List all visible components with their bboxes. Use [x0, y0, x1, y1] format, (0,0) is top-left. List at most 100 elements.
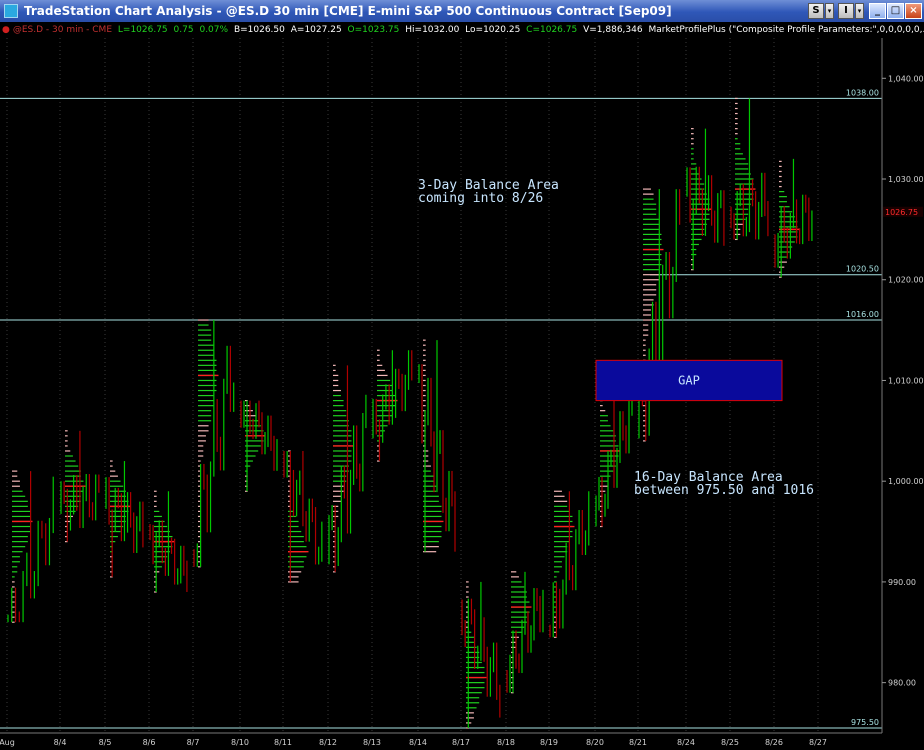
profile-tpo-row	[110, 510, 129, 513]
profile-tpo-row	[12, 566, 18, 568]
profile-tpo-row	[198, 324, 209, 326]
profile-tpo-row	[735, 193, 754, 195]
interval-link-dropdown-icon[interactable]: ▾	[855, 3, 864, 19]
tradestation-app-icon	[4, 4, 18, 18]
profile-tpo-row	[466, 707, 477, 709]
profile-tpo-row	[333, 500, 341, 502]
profile-tpo-row	[110, 480, 121, 482]
profile-tpo-row	[779, 236, 798, 238]
profile-tpo-row	[333, 364, 336, 366]
profile-tpo-row	[12, 576, 15, 578]
status-close: C=1026.75	[526, 25, 578, 35]
profile-tpo-row	[288, 581, 299, 583]
date-axis-label: 8/5	[99, 738, 112, 747]
profile-tpo-row	[333, 384, 339, 387]
maximize-button[interactable]: □	[887, 3, 904, 19]
profile-tpo-row	[691, 243, 699, 246]
profile-tpo-row	[735, 223, 743, 225]
status-change: 0.75	[173, 25, 194, 35]
profile-tpo-row	[691, 168, 697, 170]
date-axis-label: 8/12	[319, 738, 337, 747]
profile-tpo-row	[333, 415, 347, 417]
profile-tpo-row	[643, 284, 657, 286]
date-axis-label: Aug	[0, 738, 15, 747]
profile-tpo-row	[779, 221, 798, 223]
profile-tpo-row	[12, 611, 15, 613]
profile-tpo-row	[691, 183, 705, 185]
profile-tpo-row	[735, 112, 738, 115]
profile-tpo-row	[198, 445, 204, 447]
profile-tpo-row	[12, 480, 20, 482]
date-axis-label: 8/19	[540, 738, 558, 747]
profile-tpo-row	[12, 601, 15, 603]
profile-tpo-row	[423, 465, 431, 467]
profile-tpo-row	[377, 354, 380, 356]
profile-tpo-row	[643, 349, 646, 351]
profile-tpo-row	[735, 143, 741, 145]
profile-tpo-row	[466, 712, 474, 714]
profile-tpo-row	[65, 440, 68, 442]
minimize-button[interactable]: _	[869, 3, 886, 19]
profile-tpo-row	[198, 410, 212, 412]
profile-tpo-row	[643, 289, 657, 291]
profile-tpo-row	[12, 546, 26, 548]
reference-line-label: 1016.00	[846, 310, 879, 319]
profile-tpo-row	[423, 354, 426, 356]
interval-link-button[interactable]: I	[838, 3, 854, 19]
date-axis-label: 8/27	[809, 738, 827, 747]
profile-tpo-row	[423, 359, 426, 361]
profile-tpo-row	[735, 102, 738, 105]
profile-tpo-row	[691, 203, 710, 205]
profile-tpo-row	[511, 576, 519, 578]
profile-tpo-row	[423, 515, 442, 518]
profile-tpo-row	[333, 450, 352, 452]
profile-tpo-row	[333, 460, 352, 462]
profile-tpo-row	[198, 400, 214, 402]
date-axis-label: 8/13	[363, 738, 381, 747]
status-symbol-icon: ●	[2, 25, 10, 35]
profile-tpo-row	[554, 500, 568, 502]
profile-tpo-row	[691, 163, 697, 165]
annotation-text: between 975.50 and 1016	[634, 483, 814, 498]
profile-tpo-row	[779, 165, 782, 168]
symbol-link-dropdown-icon[interactable]: ▾	[825, 3, 834, 19]
profile-tpo-row	[333, 389, 341, 392]
profile-tpo-row	[643, 344, 646, 346]
symbol-link-button[interactable]: S	[808, 3, 824, 19]
profile-tpo-row	[423, 339, 426, 341]
profile-tpo-row	[735, 138, 738, 140]
price-axis-label: 1,000.00	[888, 477, 924, 486]
window-title: TradeStation Chart Analysis - @ES.D 30 m…	[24, 4, 672, 18]
profile-tpo-row	[735, 173, 751, 175]
profile-tpo-row	[65, 460, 76, 462]
profile-tpo-row	[779, 201, 787, 203]
status-bid: B=1026.50	[233, 25, 285, 35]
profile-tpo-row	[423, 364, 426, 366]
market-profile-chart[interactable]: 1038.001016.001020.50975.50 GAP3-Day Bal…	[0, 38, 924, 750]
date-axis-label: 8/6	[143, 738, 156, 747]
profile-tpo-row	[198, 415, 212, 417]
profile-tpo-row	[65, 470, 81, 472]
close-button[interactable]: ×	[905, 3, 922, 19]
data-status-line: ● @ES.D - 30 min - CME L=1026.75 0.75 0.0…	[0, 22, 924, 38]
profile-tpo-row	[735, 148, 741, 150]
profile-tpo-row	[377, 384, 393, 387]
date-axis-label: 8/17	[452, 738, 470, 747]
profile-tpo-row	[554, 505, 568, 507]
profile-tpo-row	[333, 485, 344, 487]
profile-tpo-row	[198, 420, 212, 422]
profile-tpo-row	[735, 97, 738, 100]
profile-tpo-row	[466, 636, 474, 638]
profile-tpo-row	[198, 425, 209, 427]
window-titlebar[interactable]: TradeStation Chart Analysis - @ES.D 30 m…	[0, 0, 924, 22]
profile-tpo-row	[691, 133, 694, 135]
profile-tpo-row	[198, 354, 214, 356]
profile-tpo-row	[12, 490, 23, 492]
profile-tpo-row	[779, 191, 785, 193]
profile-tpo-row	[245, 465, 251, 467]
profile-tpo-row	[65, 515, 73, 518]
status-indicator: MarketProfilePlus ("Composite Profile Pa…	[648, 25, 924, 35]
profile-tpo-row	[691, 218, 710, 220]
profile-tpo-row	[198, 460, 201, 462]
profile-tpo-row	[643, 339, 646, 341]
